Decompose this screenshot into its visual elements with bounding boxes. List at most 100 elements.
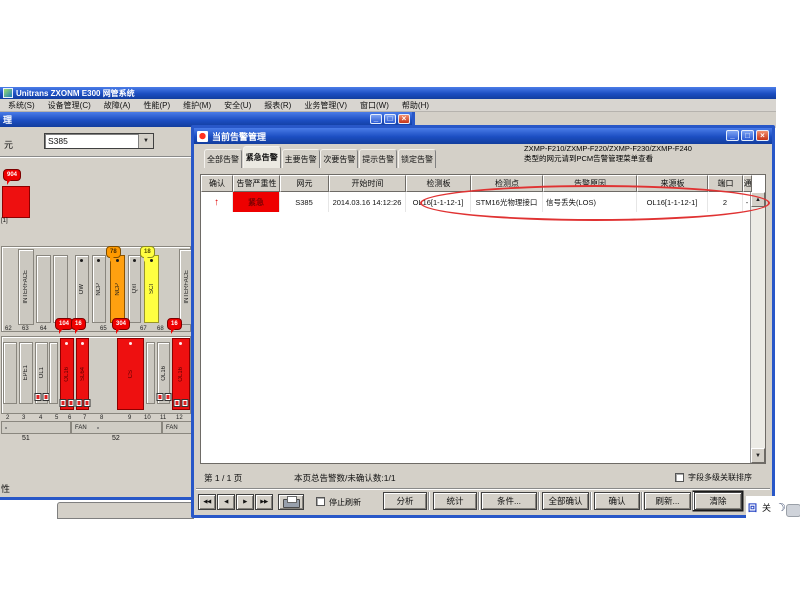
card-empty-slot[interactable] bbox=[53, 255, 68, 323]
last-page-button[interactable]: ▶▶ bbox=[255, 494, 273, 510]
tab-critical[interactable]: 紧急告警 bbox=[243, 146, 281, 168]
card-EPE1[interactable]: EPE1 bbox=[19, 342, 33, 404]
rack-window-title: 理 bbox=[3, 113, 12, 126]
fan-led bbox=[97, 427, 99, 429]
tab-locked[interactable]: 锁定告警 bbox=[398, 149, 436, 168]
toolbar-statistics-button[interactable]: 统计 bbox=[433, 492, 477, 510]
alarm-dialog-buttons: _ □ × bbox=[726, 130, 769, 141]
scroll-down-icon[interactable]: ▼ bbox=[751, 448, 765, 463]
print-button[interactable] bbox=[278, 494, 304, 510]
close-icon[interactable]: × bbox=[398, 114, 410, 124]
toolbar-analyze-button[interactable]: 分析 bbox=[383, 492, 427, 510]
menu-item-report[interactable]: 报表(R) bbox=[264, 100, 291, 111]
slot-number: 4 bbox=[39, 415, 42, 421]
card-ne[interactable] bbox=[2, 186, 30, 218]
tab-minor[interactable]: 次要告警 bbox=[320, 149, 358, 168]
menu-item-maintenance[interactable]: 维护(M) bbox=[183, 100, 211, 111]
card-NCP[interactable]: NCP bbox=[110, 255, 125, 323]
card-CS[interactable]: CS bbox=[117, 338, 144, 410]
toolbar-clear-button[interactable]: 清除 bbox=[694, 492, 742, 510]
led-icon bbox=[129, 342, 132, 345]
toolbar-ack-button[interactable]: 确认 bbox=[594, 492, 640, 510]
next-page-button[interactable]: ▶ bbox=[236, 494, 254, 510]
column-header-severity[interactable]: 告警严重性 bbox=[233, 175, 280, 192]
clipped-label: 性 bbox=[1, 482, 10, 495]
toolbar-separator bbox=[478, 492, 480, 510]
background-window-fragment[interactable] bbox=[57, 502, 194, 519]
status-icon bbox=[60, 399, 67, 407]
column-header-start-time[interactable]: 开始时间 bbox=[329, 175, 406, 192]
alarm-dialog-icon bbox=[197, 131, 208, 142]
card-label: QxI bbox=[132, 284, 138, 293]
card-empty-slot[interactable] bbox=[36, 255, 51, 323]
tab-major[interactable]: 主要告警 bbox=[282, 149, 320, 168]
multi-sort-checkbox[interactable] bbox=[675, 473, 684, 482]
column-header-ack[interactable]: 确认 bbox=[201, 175, 233, 192]
card-label: SCI bbox=[149, 284, 155, 294]
ne-selector-combobox[interactable]: S385 ▼ bbox=[44, 133, 154, 149]
card-INTERFACE[interactable]: INTERFACE bbox=[18, 249, 34, 325]
maximize-button[interactable]: □ bbox=[741, 130, 754, 141]
column-header-detect-board[interactable]: 检测板 bbox=[406, 175, 471, 192]
maximize-button[interactable]: □ bbox=[384, 114, 396, 124]
column-header-channel[interactable]: 通 bbox=[743, 175, 752, 192]
card-SL64[interactable]: SL64 bbox=[76, 338, 89, 410]
card-label: CS bbox=[128, 370, 134, 378]
minimize-button[interactable]: _ bbox=[370, 114, 382, 124]
app-icon bbox=[3, 88, 13, 98]
card-OL16[interactable]: OL16 bbox=[60, 338, 74, 410]
led-icon bbox=[179, 342, 182, 345]
menu-item-security[interactable]: 安全(U) bbox=[224, 100, 251, 111]
chevron-down-icon[interactable]: ▼ bbox=[138, 134, 153, 148]
slot-number: 63 bbox=[22, 326, 29, 332]
menu-item-help[interactable]: 帮助(H) bbox=[402, 100, 429, 111]
alarm-balloon: 304 bbox=[112, 318, 130, 330]
card-OW[interactable]: OW bbox=[75, 255, 89, 323]
stop-refresh-checkbox[interactable] bbox=[316, 497, 325, 506]
shelf-number: 52 bbox=[112, 435, 120, 442]
status-icons bbox=[174, 399, 189, 407]
card-OL1[interactable]: OL1 bbox=[35, 342, 48, 404]
card-OL16[interactable]: OL16 bbox=[157, 342, 170, 404]
printer-icon bbox=[283, 499, 300, 508]
status-icon bbox=[68, 399, 75, 407]
card-label: INTERFACE bbox=[23, 270, 29, 304]
menu-item-system[interactable]: 系统(S) bbox=[8, 100, 35, 111]
table-scrollbar[interactable]: ▲ ▼ bbox=[750, 192, 765, 463]
app-titlebar[interactable]: Unitrans ZXONM E300 网管系统 bbox=[0, 87, 776, 99]
fan-section bbox=[1, 421, 71, 434]
status-icons bbox=[75, 399, 90, 407]
toolbar-condition-button[interactable]: 条件... bbox=[481, 492, 537, 510]
alarm-dialog-titlebar[interactable]: 当前告警管理 _ □ × bbox=[194, 128, 772, 144]
menu-item-performance[interactable]: 性能(P) bbox=[143, 100, 170, 111]
multi-sort-label: 字段多级关联排序 bbox=[688, 472, 752, 483]
menu-item-fault[interactable]: 故障(A) bbox=[104, 100, 131, 111]
menu-item-device-mgmt[interactable]: 设备管理(C) bbox=[48, 100, 91, 111]
alarm-count-info: 本页总告警数/未确认数:1/1 bbox=[294, 472, 396, 484]
first-page-button[interactable]: ◀◀ bbox=[198, 494, 216, 510]
slot-number: 6 bbox=[68, 415, 71, 421]
slot-number: 10 bbox=[144, 415, 151, 421]
card-label: SL64 bbox=[80, 367, 86, 381]
menu-item-window[interactable]: 窗口(W) bbox=[360, 100, 389, 111]
prev-page-button[interactable]: ◀ bbox=[217, 494, 235, 510]
minimize-button[interactable]: _ bbox=[726, 130, 739, 141]
status-icon bbox=[34, 393, 41, 401]
card-NCP[interactable]: NCP bbox=[92, 255, 106, 323]
column-header-ne[interactable]: 网元 bbox=[280, 175, 329, 192]
card-empty-slot[interactable] bbox=[3, 342, 17, 404]
card-label: OW bbox=[79, 284, 85, 294]
card-QxI[interactable]: QxI bbox=[128, 255, 141, 323]
tab-all[interactable]: 全部告警 bbox=[204, 149, 242, 168]
card-empty-slot[interactable] bbox=[146, 342, 155, 404]
card-OL16[interactable]: OL16 bbox=[172, 338, 190, 410]
tray-icon-1[interactable]: 关 bbox=[762, 501, 771, 514]
tray-icon-0[interactable]: 回 bbox=[748, 501, 757, 514]
toolbar-refresh-button[interactable]: 刷新... bbox=[644, 492, 691, 510]
card-empty-slot[interactable] bbox=[49, 342, 58, 404]
toolbar-ack-all-button[interactable]: 全部确认 bbox=[542, 492, 589, 510]
tab-prompt[interactable]: 提示告警 bbox=[359, 149, 397, 168]
close-icon[interactable]: × bbox=[756, 130, 769, 141]
menu-item-service-mgmt[interactable]: 业务管理(V) bbox=[304, 100, 347, 111]
card-SCI[interactable]: SCI bbox=[144, 255, 159, 323]
